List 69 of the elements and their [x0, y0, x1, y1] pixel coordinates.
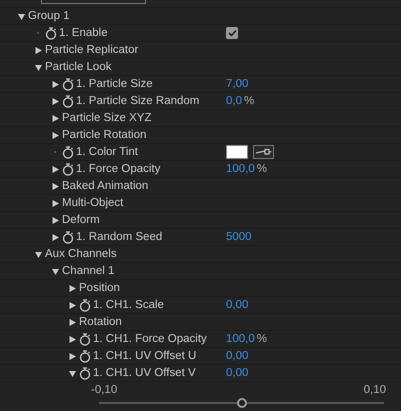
property-label: Multi-Object: [62, 197, 124, 209]
twirl-right-icon[interactable]: [68, 334, 77, 344]
property-label: 1. Force Opacity: [76, 163, 160, 175]
unit-label: %: [244, 95, 254, 107]
twirl-right-icon[interactable]: [51, 198, 60, 208]
twirl-down-icon[interactable]: [68, 368, 77, 378]
property-label: 1. CH1. Force Opacity: [93, 333, 207, 345]
property-label: 1. Particle Size: [76, 78, 153, 90]
stopwatch-icon[interactable]: [79, 298, 91, 312]
twirl-right-icon[interactable]: [51, 130, 60, 140]
property-label: Particle Size XYZ: [62, 112, 152, 124]
property-label: Rotation: [79, 316, 122, 328]
stopwatch-icon[interactable]: [79, 350, 91, 362]
unit-label: %: [256, 333, 268, 345]
value-field[interactable]: 0,00: [226, 367, 248, 379]
property-label: 1. CH1. UV Offset U: [93, 350, 196, 362]
twirl-right-icon[interactable]: [51, 164, 60, 174]
property-label: 1. Color Tint: [76, 146, 138, 158]
slider-thumb[interactable]: [236, 398, 246, 408]
twirl-down-icon[interactable]: [34, 250, 43, 258]
value-field[interactable]: 100,0: [226, 163, 255, 175]
value-field[interactable]: 100,0: [226, 333, 255, 345]
property-label: Particle Rotation: [62, 129, 146, 141]
checkbox[interactable]: [226, 27, 238, 39]
stopwatch-icon[interactable]: [62, 230, 74, 244]
twirl-right-icon[interactable]: [68, 318, 77, 326]
stopwatch-icon[interactable]: [79, 366, 91, 380]
property-label: Group 1: [28, 10, 70, 22]
twirl-right-icon[interactable]: [68, 300, 77, 310]
property-label: Position: [79, 282, 120, 294]
color-swatch[interactable]: [226, 145, 248, 159]
twirl-right-icon[interactable]: [51, 216, 60, 224]
property-label: Aux Channels: [45, 248, 117, 260]
unit-label: %: [256, 163, 268, 175]
value-field[interactable]: 0,00: [226, 350, 248, 362]
property-label: 1. Particle Size Random: [76, 95, 200, 107]
twirl-right-icon[interactable]: [51, 96, 60, 106]
twirl-right-icon[interactable]: [34, 46, 43, 54]
value-field[interactable]: 0,00: [226, 299, 248, 311]
property-label: 1. CH1. UV Offset V: [93, 367, 196, 379]
property-label: 1. CH1. Scale: [93, 299, 164, 311]
property-label: Particle Look: [45, 61, 112, 73]
stopwatch-icon[interactable]: [62, 162, 74, 176]
value-field[interactable]: 0,0: [226, 95, 242, 107]
twirl-right-icon[interactable]: [51, 114, 60, 122]
twirl-right-icon[interactable]: [68, 352, 77, 360]
eyedropper-icon[interactable]: [253, 145, 274, 159]
stopwatch-icon[interactable]: [45, 26, 57, 40]
twirl-down-icon[interactable]: [17, 12, 26, 20]
stopwatch-icon[interactable]: [62, 94, 74, 108]
property-label: 1. Enable: [59, 27, 108, 39]
slider-max-label: 0,10: [364, 384, 386, 396]
value-field[interactable]: 5000: [226, 231, 252, 243]
twirl-right-icon[interactable]: [68, 284, 77, 292]
stopwatch-icon[interactable]: [62, 146, 74, 158]
twirl-right-icon[interactable]: [51, 80, 60, 88]
twirl-down-icon[interactable]: [34, 62, 43, 72]
property-label: Channel 1: [62, 265, 114, 277]
stopwatch-icon[interactable]: [79, 332, 91, 346]
twirl-right-icon[interactable]: [51, 232, 60, 242]
twirl-right-icon[interactable]: [51, 182, 60, 190]
property-label: 1. Random Seed: [76, 231, 162, 243]
twirl-down-icon[interactable]: [51, 266, 60, 276]
property-label: Baked Animation: [62, 180, 148, 192]
property-label: Particle Replicator: [45, 44, 138, 56]
stopwatch-icon[interactable]: [62, 78, 74, 90]
value-field[interactable]: 7,00: [226, 78, 248, 90]
slider-min-label: -0,10: [91, 384, 118, 396]
property-label: Deform: [62, 214, 100, 226]
